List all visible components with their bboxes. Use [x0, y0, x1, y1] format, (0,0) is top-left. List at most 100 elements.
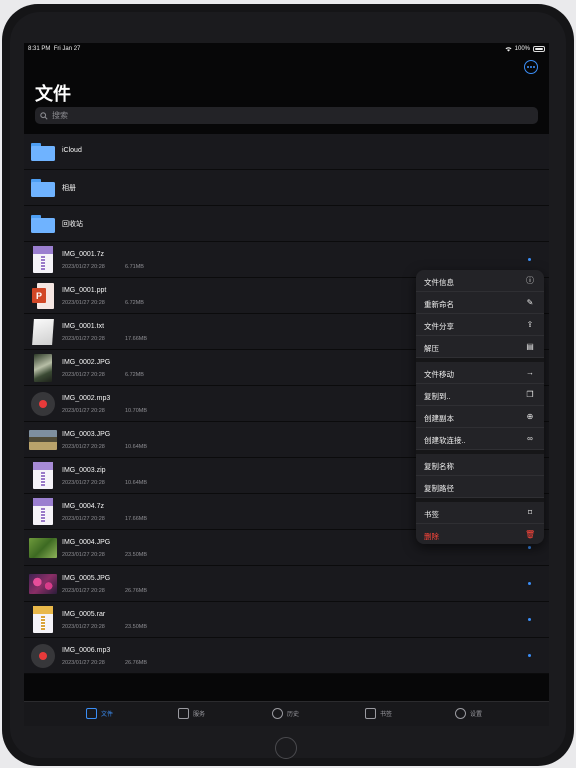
- menu-item[interactable]: 复制到.. ❐: [416, 384, 544, 406]
- file-name: IMG_0004.7z: [62, 503, 105, 510]
- powerpoint-icon: P: [32, 283, 54, 309]
- image-thumbnail: [34, 354, 52, 382]
- file-size: 10.70MB: [125, 408, 148, 414]
- row-indicator-dot: [528, 582, 531, 585]
- tab-bookmark[interactable]: 书签: [365, 708, 392, 719]
- tab-label: 服务: [193, 712, 206, 718]
- row-indicator-dot: [528, 618, 531, 621]
- link-icon: ∞: [527, 434, 533, 443]
- music-icon: [31, 644, 55, 668]
- bookmark-icon: [365, 708, 376, 719]
- file-name: IMG_0001.ppt: [62, 287, 107, 294]
- menu-item-label: 创建软连接..: [424, 436, 466, 445]
- battery-percent: 100%: [514, 46, 530, 52]
- home-button[interactable]: [275, 737, 297, 759]
- file-name: IMG_0002.JPG: [62, 359, 111, 366]
- menu-item[interactable]: 复制路径: [416, 476, 544, 498]
- folder-name: iCloud: [62, 147, 82, 154]
- file-size: 6.72MB: [125, 372, 144, 378]
- folder-icon: [31, 215, 55, 233]
- folder-name: 相册: [62, 185, 76, 192]
- document-icon: [86, 708, 97, 719]
- file-size: 17.66MB: [125, 336, 148, 342]
- ppt-badge: P: [32, 288, 46, 303]
- more-options-button[interactable]: [524, 60, 538, 74]
- folder-row[interactable]: 相册: [24, 170, 549, 206]
- file-size: 6.71MB: [125, 264, 144, 270]
- file-row[interactable]: IMG_0006.mp3 2023/01/27 20:28 26.76MB: [24, 638, 549, 674]
- archive-file-icon: [33, 246, 53, 273]
- server-icon: [178, 708, 189, 719]
- search-bar[interactable]: [35, 107, 538, 124]
- tab-server[interactable]: 服务: [178, 708, 205, 719]
- menu-item[interactable]: 重新命名 ✎: [416, 292, 544, 314]
- tab-clock[interactable]: 历史: [272, 708, 299, 719]
- menu-item[interactable]: 删除 🗑: [416, 524, 544, 544]
- page-title: 文件: [35, 84, 71, 104]
- menu-item-label: 解压: [424, 344, 439, 353]
- search-icon: [40, 111, 48, 120]
- file-size: 23.50MB: [125, 552, 148, 558]
- tab-label: 设置: [470, 712, 483, 718]
- doc-plus-icon: ⊕: [526, 412, 534, 421]
- archive-file-icon: [33, 606, 53, 633]
- folder-row[interactable]: 回收站: [24, 206, 549, 242]
- menu-item-label: 复制名称: [424, 462, 454, 471]
- file-size: 26.76MB: [125, 588, 148, 594]
- folder-body: [31, 182, 55, 197]
- file-size: 10.64MB: [125, 444, 148, 450]
- tab-label: 历史: [287, 712, 300, 718]
- menu-item[interactable]: 文件信息 ⓘ: [416, 270, 544, 292]
- archive-band: [33, 606, 53, 614]
- menu-item[interactable]: 书签 ⌑: [416, 502, 544, 524]
- tab-settings[interactable]: 设置: [455, 708, 482, 719]
- menu-item-label: 复制路径: [424, 484, 454, 493]
- file-date: 2023/01/27 20:28: [62, 480, 105, 486]
- menu-item-label: 复制到..: [424, 392, 451, 401]
- row-indicator-dot: [528, 546, 531, 549]
- menu-item-label: 重新命名: [424, 300, 454, 309]
- archive-band: [33, 246, 53, 254]
- status-bar: 8:31 PM Fri Jan 27 100%: [24, 43, 549, 57]
- tab-label: 文件: [101, 712, 114, 718]
- folder-row[interactable]: iCloud: [24, 134, 549, 170]
- menu-item[interactable]: 创建软连接.. ∞: [416, 428, 544, 450]
- folder-body: [31, 218, 55, 233]
- file-row[interactable]: IMG_0005.JPG 2023/01/27 20:28 26.76MB: [24, 566, 549, 602]
- arrow-right-icon: →: [526, 368, 534, 377]
- file-size: 26.76MB: [125, 660, 148, 666]
- file-date: 2023/01/27 20:28: [62, 372, 105, 378]
- file-row[interactable]: IMG_0005.rar 2023/01/27 20:28 23.50MB: [24, 602, 549, 638]
- menu-item[interactable]: 复制名称: [416, 454, 544, 476]
- archive-band: [33, 498, 53, 506]
- file-date: 2023/01/27 20:28: [62, 336, 105, 342]
- tab-document[interactable]: 文件: [86, 708, 113, 719]
- file-name: IMG_0003.JPG: [62, 431, 111, 438]
- file-date: 2023/01/27 20:28: [62, 552, 105, 558]
- file-date: 2023/01/27 20:28: [62, 444, 105, 450]
- info-circle-icon: ⓘ: [526, 276, 534, 285]
- screen: 8:31 PM Fri Jan 27 100% 文件 iCloud 相册回收站 IM…: [24, 43, 549, 726]
- music-icon: [31, 392, 55, 416]
- menu-item[interactable]: 文件移动 →: [416, 362, 544, 384]
- file-name: IMG_0001.txt: [62, 323, 105, 330]
- file-size: 10.64MB: [125, 480, 148, 486]
- folder-name: 回收站: [62, 221, 83, 228]
- file-date: 2023/01/27 20:28: [62, 516, 105, 522]
- bookmark-icon: ⌑: [527, 508, 533, 517]
- file-name: IMG_0003.zip: [62, 467, 106, 474]
- menu-item[interactable]: 解压 ▤: [416, 336, 544, 358]
- archive-file-icon: [33, 498, 53, 525]
- battery-icon: [533, 46, 545, 52]
- file-size: 23.50MB: [125, 624, 148, 630]
- file-date: 2023/01/27 20:28: [62, 264, 105, 270]
- file-name: IMG_0002.mp3: [62, 395, 111, 402]
- search-input[interactable]: [52, 111, 512, 120]
- image-thumbnail: [29, 538, 57, 558]
- menu-item[interactable]: 创建副本 ⊕: [416, 406, 544, 428]
- text-file-icon: [32, 319, 54, 345]
- menu-item[interactable]: 文件分享 ⇪: [416, 314, 544, 336]
- menu-item-label: 文件信息: [424, 278, 454, 287]
- clock-icon: [272, 708, 283, 719]
- rename-icon: ✎: [526, 298, 534, 307]
